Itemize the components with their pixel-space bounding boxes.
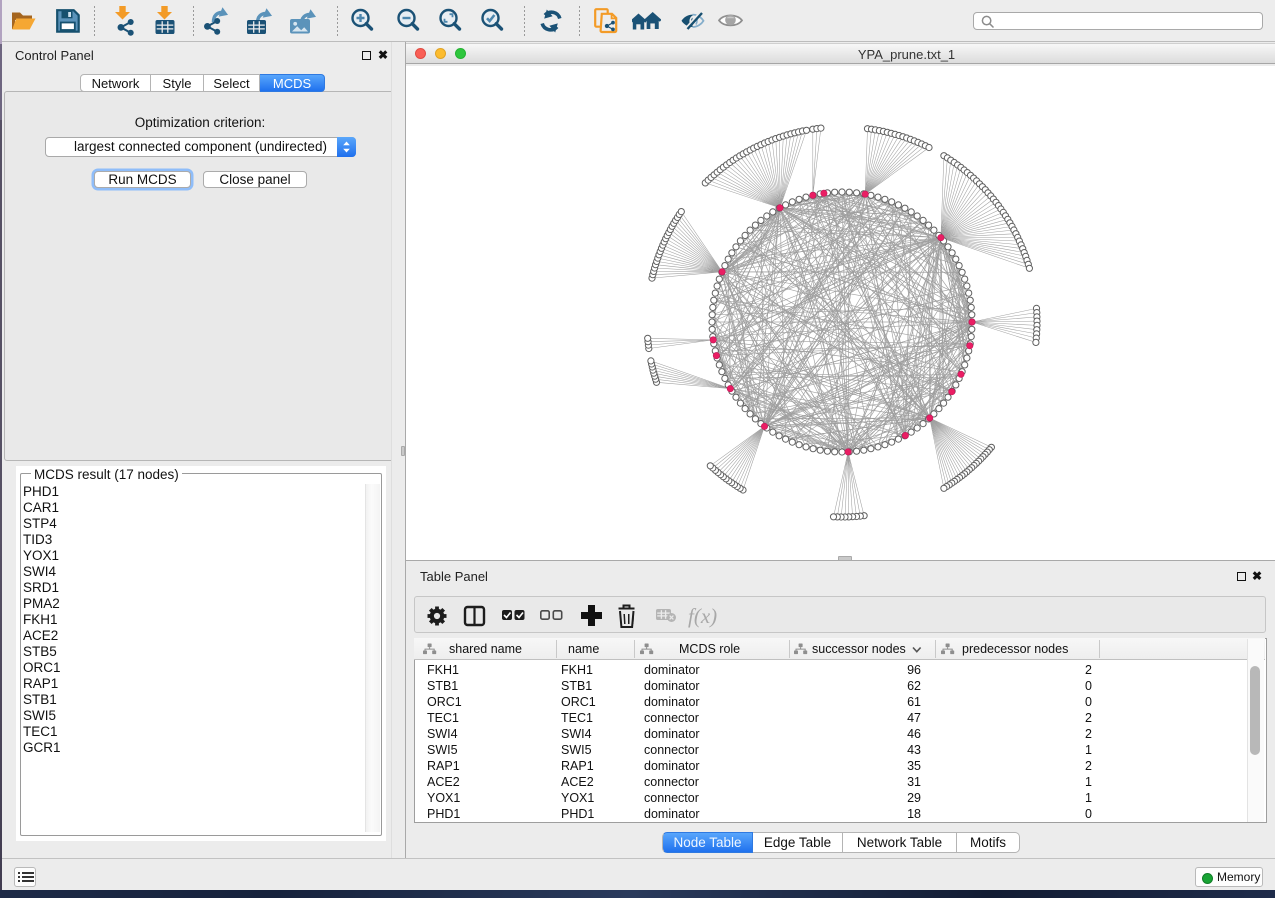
svg-text:f(x): f(x) xyxy=(688,604,717,628)
